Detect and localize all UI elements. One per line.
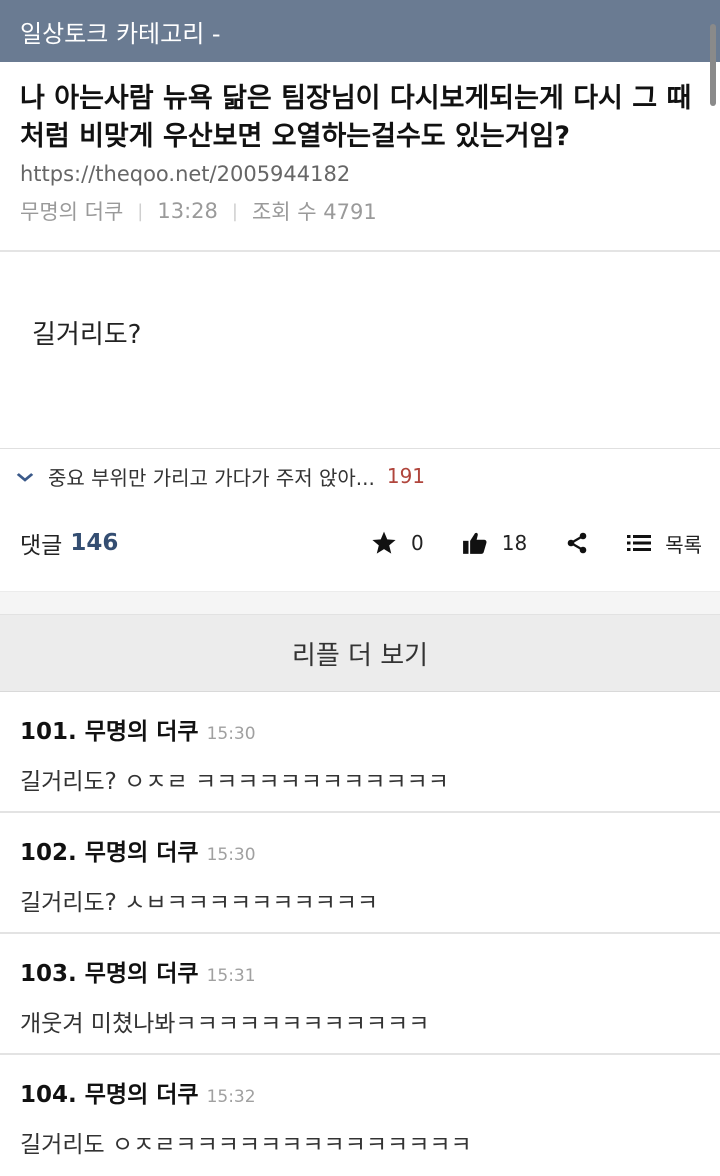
related-post-count: 191 xyxy=(386,464,426,488)
chevron-down-icon[interactable] xyxy=(16,467,34,486)
comment-text: 길거리도? ㅇㅈㄹ ㅋㅋㅋㅋㅋㅋㅋㅋㅋㅋㅋㅋ xyxy=(20,769,449,795)
post-body: 길거리도? xyxy=(0,252,720,448)
comment-number: 104. xyxy=(20,1082,77,1108)
load-more-replies-button[interactable]: 리플 더 보기 xyxy=(0,615,720,692)
comments-count: 146 xyxy=(70,530,119,556)
comment-author: 무명의 더쿠 xyxy=(84,1082,199,1108)
post-body-text: 길거리도? xyxy=(32,320,142,350)
share-button[interactable] xyxy=(565,531,589,555)
star-icon xyxy=(371,530,397,556)
comment-item: 103. 무명의 더쿠 15:31 개웃겨 미쳤나봐ㅋㅋㅋㅋㅋㅋㅋㅋㅋㅋㅋㅋ xyxy=(0,934,720,1055)
comment-text: 길거리도 ㅇㅈㄹㅋㅋㅋㅋㅋㅋㅋㅋㅋㅋㅋㅋㅋㅋ xyxy=(20,1132,472,1158)
comment-time: 15:30 xyxy=(206,724,256,744)
comment-number: 103. xyxy=(20,961,77,987)
related-post-link[interactable]: 중요 부위만 가리고 가다가 주저 앉아... 191 xyxy=(0,449,720,503)
comment-time: 15:30 xyxy=(206,845,256,865)
comment-item: 101. 무명의 더쿠 15:30 길거리도? ㅇㅈㄹ ㅋㅋㅋㅋㅋㅋㅋㅋㅋㅋㅋㅋ xyxy=(0,692,720,813)
comments-label: 댓글 xyxy=(20,533,63,559)
comment-number: 102. xyxy=(20,840,77,866)
list-button[interactable]: 목록 xyxy=(627,529,702,558)
comment-time: 15:32 xyxy=(206,1087,256,1107)
meta-separator: | xyxy=(137,200,144,222)
star-button[interactable]: 0 xyxy=(371,530,424,556)
scrollbar-thumb[interactable] xyxy=(710,24,716,106)
comment-text: 개웃겨 미쳤나봐ㅋㅋㅋㅋㅋㅋㅋㅋㅋㅋㅋㅋ xyxy=(20,1011,430,1037)
post-title: 나 아는사람 뉴욕 닮은 팀장님이 다시보게되는게 다시 그 때처럼 비맞게 우… xyxy=(20,83,692,152)
post-time: 13:28 xyxy=(157,199,218,223)
comment-text: 길거리도? ㅅㅂㅋㅋㅋㅋㅋㅋㅋㅋㅋㅋ xyxy=(20,890,379,916)
like-count: 18 xyxy=(501,531,528,555)
post-url[interactable]: https://theqoo.net/2005944182 xyxy=(20,162,700,186)
category-title: 일상토크 카테고리 - xyxy=(20,19,221,48)
comment-list: 101. 무명의 더쿠 15:30 길거리도? ㅇㅈㄹ ㅋㅋㅋㅋㅋㅋㅋㅋㅋㅋㅋㅋ… xyxy=(0,692,720,1176)
meta-separator: | xyxy=(231,200,238,222)
section-gap xyxy=(0,591,720,615)
load-more-replies-label: 리플 더 보기 xyxy=(291,640,429,671)
comment-author: 무명의 더쿠 xyxy=(84,961,199,987)
comment-item: 104. 무명의 더쿠 15:32 길거리도 ㅇㅈㄹㅋㅋㅋㅋㅋㅋㅋㅋㅋㅋㅋㅋㅋㅋ xyxy=(0,1055,720,1176)
comment-time: 15:31 xyxy=(206,966,256,986)
post-header: 나 아는사람 뉴욕 닮은 팀장님이 다시보게되는게 다시 그 때처럼 비맞게 우… xyxy=(0,62,720,226)
like-button[interactable]: 18 xyxy=(462,530,527,556)
post-action-bar: 댓글 146 0 18 목록 xyxy=(0,503,720,583)
post-views: 조회 수 4791 xyxy=(251,200,377,224)
list-label: 목록 xyxy=(665,532,702,557)
comment-item: 102. 무명의 더쿠 15:30 길거리도? ㅅㅂㅋㅋㅋㅋㅋㅋㅋㅋㅋㅋ xyxy=(0,813,720,934)
share-icon xyxy=(565,531,589,555)
thumbs-up-icon xyxy=(462,530,488,556)
post-author: 무명의 더쿠 xyxy=(20,200,124,224)
star-count: 0 xyxy=(411,531,424,555)
comment-author: 무명의 더쿠 xyxy=(84,719,199,745)
comment-number: 101. xyxy=(20,719,77,745)
comment-author: 무명의 더쿠 xyxy=(84,840,199,866)
post-meta: 무명의 더쿠 | 13:28 | 조회 수 4791 xyxy=(20,196,700,226)
list-icon xyxy=(627,533,652,553)
related-post-title[interactable]: 중요 부위만 가리고 가다가 주저 앉아... xyxy=(48,462,375,491)
category-header[interactable]: 일상토크 카테고리 - xyxy=(0,0,720,62)
